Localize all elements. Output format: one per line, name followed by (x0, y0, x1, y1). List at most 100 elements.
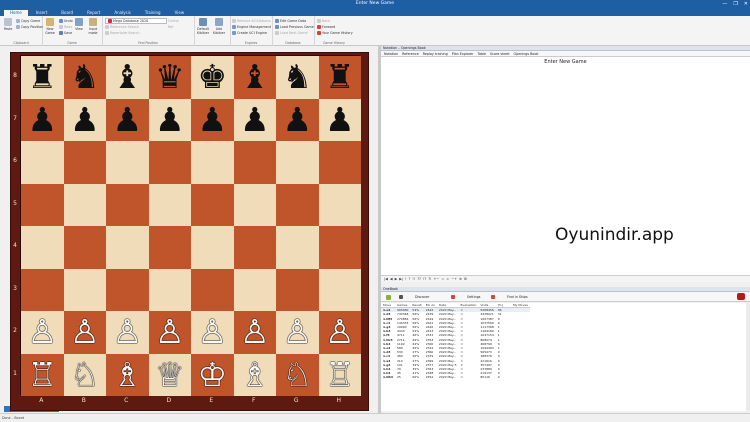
save-button[interactable]: Save (59, 31, 72, 35)
annotation-button[interactable]: ⊞ (464, 277, 467, 281)
repertoire-search-button[interactable]: Repertoire Search (105, 31, 140, 35)
redo-button[interactable]: Redo (59, 25, 72, 29)
find-in-ships-button[interactable]: Find in Ships (491, 294, 528, 300)
annotation-button[interactable]: +− (433, 277, 439, 281)
column-header[interactable]: Result (410, 303, 424, 309)
chess-piece[interactable]: ♜ (319, 56, 362, 99)
chess-piece[interactable]: ♙ (276, 311, 319, 354)
database-select[interactable]: Mega Database 2020 (105, 18, 167, 24)
chess-piece[interactable]: ♟ (149, 99, 192, 142)
tab-notation[interactable]: Notation (384, 51, 398, 56)
tab-score-sheet[interactable]: Score sheet (490, 51, 509, 56)
add-kibitzer-button[interactable]: Add Kibitzer (212, 18, 226, 35)
chess-piece[interactable]: ♟ (319, 99, 362, 142)
annotation-button[interactable]: ? (409, 277, 411, 281)
table-row[interactable]: 1.Nh3 25 60% 2452 2020 May... = 80116 0 (381, 375, 530, 379)
chess-piece[interactable]: ♝ (234, 56, 277, 99)
tab-table[interactable]: Table (478, 51, 487, 56)
annotation-button[interactable]: ?? (417, 277, 421, 281)
chess-piece[interactable]: ♞ (276, 56, 319, 99)
view-button[interactable]: View (72, 18, 86, 31)
chess-piece[interactable]: ♔ (191, 354, 234, 397)
column-header[interactable]: Evaluation (458, 303, 479, 309)
load-previous-game-button[interactable]: Load Previous Game (275, 25, 314, 29)
chess-piece[interactable]: ♕ (149, 354, 192, 397)
save-icon (59, 31, 63, 35)
maximize-button[interactable]: ❐ (733, 0, 737, 9)
chess-piece[interactable]: ♙ (149, 311, 192, 354)
back-button[interactable]: Back (317, 19, 330, 23)
edit-game-data-button[interactable]: Edit Game Data (275, 19, 306, 23)
create-uci-engine-button[interactable]: Create UCI Engine (232, 31, 267, 35)
copy-game-button[interactable]: Copy Game (16, 19, 40, 23)
online-label[interactable]: Online (168, 19, 179, 23)
annotation-button[interactable]: −+ (451, 277, 457, 281)
chess-piece[interactable]: ♙ (191, 311, 234, 354)
chess-piece[interactable]: ♗ (234, 354, 277, 397)
close-button[interactable]: ✕ (744, 0, 748, 9)
annotation-button[interactable]: ! (405, 277, 406, 281)
chess-piece[interactable]: ♙ (234, 311, 277, 354)
settings-button[interactable]: Settings (451, 294, 481, 300)
copy-icon (16, 25, 20, 29)
forward-button[interactable]: Forward (317, 25, 335, 29)
tab-plan-explorer[interactable]: Plan Explorer (452, 51, 474, 56)
ref-label[interactable]: Ref (168, 25, 173, 29)
annotation-button[interactable]: !! (412, 277, 415, 281)
chess-piece[interactable]: ♙ (106, 311, 149, 354)
game-history-button[interactable]: Your Game History (317, 31, 353, 35)
annotation-button[interactable]: = (441, 277, 444, 281)
empty-square (276, 269, 319, 312)
input-mode-button[interactable]: Input mode (86, 18, 100, 35)
annotation-button[interactable]: !? (423, 277, 426, 281)
chess-piece[interactable]: ♙ (319, 311, 362, 354)
copy-position-button[interactable]: Copy Position (16, 25, 43, 29)
chess-board[interactable]: ♜ ♞ ♝ ♛ ♚ ♝ ♞ ♜ ♟ ♟ ♟ ♟ ♟ ♟ ♟ ♟ ♙ ♙ ♙ ♙ ♙ ♙ ♙ ♙ ♖ ♘ ♗ ♕ ♔ ♗ ♘ ♖ (20, 55, 362, 397)
engine-management-button[interactable]: Engine Management (232, 25, 271, 29)
chess-piece[interactable]: ♘ (64, 354, 107, 397)
search-icon (105, 25, 109, 29)
chess-piece[interactable]: ♙ (21, 311, 64, 354)
chess-piece[interactable]: ♖ (21, 354, 64, 397)
back-arrow-button[interactable] (386, 294, 391, 300)
chess-piece[interactable]: ♗ (106, 354, 149, 397)
chess-piece[interactable]: ♝ (106, 56, 149, 99)
remove-kibitzers-button[interactable]: Remove All Kibitzers (232, 19, 271, 23)
paste-button[interactable]: Paste (1, 18, 15, 31)
chess-piece[interactable]: ♛ (149, 56, 192, 99)
annotation-button[interactable]: ∞ (446, 277, 449, 281)
default-kibitzer-button[interactable]: Default Kibitzer (196, 18, 210, 35)
annotation-button[interactable]: ▶ (395, 277, 398, 281)
chess-piece[interactable]: ♟ (64, 99, 107, 142)
chess-piece[interactable]: ♟ (106, 99, 149, 142)
load-next-game-button[interactable]: Load Next Game (275, 31, 308, 35)
chess-piece[interactable]: ♜ (21, 56, 64, 99)
empty-square (319, 226, 362, 269)
annotation-button[interactable]: ◀ (390, 277, 393, 281)
reference-search-button[interactable]: Reference Search (105, 25, 139, 29)
annotation-button[interactable]: ?! (428, 277, 431, 281)
column-header[interactable]: Elo Av (423, 303, 437, 309)
chess-piece[interactable]: ♚ (191, 56, 234, 99)
annotation-button[interactable]: |◀ (384, 277, 388, 281)
vertical-scrollbar[interactable] (746, 303, 750, 411)
chess-piece[interactable]: ♟ (191, 99, 234, 142)
chess-piece[interactable]: ♟ (234, 99, 277, 142)
file-label: D (166, 397, 172, 404)
new-game-button[interactable]: New Game (43, 18, 57, 35)
tab-openings-book[interactable]: Openings Book (514, 51, 539, 56)
chess-piece[interactable]: ♞ (64, 56, 107, 99)
chess-piece[interactable]: ♟ (276, 99, 319, 142)
chess-piece[interactable]: ♖ (319, 354, 362, 397)
tab-replay-training[interactable]: Replay training (423, 51, 448, 56)
tab-reference[interactable]: Reference (402, 51, 419, 56)
annotation-button[interactable]: ⊕ (459, 277, 462, 281)
chess-piece[interactable]: ♟ (21, 99, 64, 142)
minimize-button[interactable]: — (722, 0, 727, 9)
chess-piece[interactable]: ♘ (276, 354, 319, 397)
chess-piece[interactable]: ♙ (64, 311, 107, 354)
discover-button[interactable]: Discover (399, 294, 429, 300)
annotation-button[interactable]: ▶| (399, 277, 403, 281)
undo-button[interactable]: Undo (59, 19, 73, 23)
ribbon-tabs: File Home Insert Board Report Analysis T… (0, 9, 750, 412)
